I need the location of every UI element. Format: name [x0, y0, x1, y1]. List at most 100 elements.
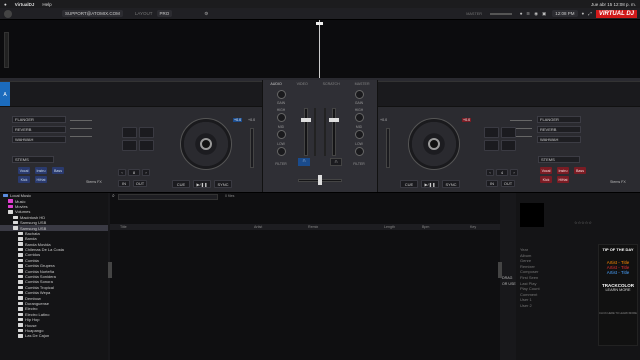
play-pause-button[interactable]: ▶/❚❚	[193, 180, 211, 188]
loop-next-icon[interactable]: ›	[142, 169, 150, 176]
fullscreen-icon[interactable]: ⤢	[588, 11, 592, 16]
settings-icon[interactable]: ⚙	[204, 11, 208, 17]
pad-instru[interactable]: Instru	[35, 167, 47, 174]
pad-instru[interactable]: Instru	[557, 167, 569, 174]
channel-fader-left-handle[interactable]	[301, 118, 311, 122]
right-fx-2[interactable]: REVERB	[537, 126, 581, 133]
sampler-pad[interactable]	[139, 140, 154, 151]
account-button[interactable]: SUPPORT@ATOMIX.COM	[62, 10, 123, 17]
low-knob-right[interactable]	[354, 147, 364, 156]
left-rhythm-strip[interactable]: A	[0, 81, 262, 107]
rating-stars[interactable]: ☆☆☆☆☆	[574, 220, 592, 225]
mid-knob-right[interactable]	[354, 130, 364, 139]
sampler-pad[interactable]	[139, 127, 154, 138]
right-sampler-select[interactable]: STEMS	[538, 156, 580, 163]
cue-button[interactable]: CUE	[172, 180, 190, 188]
headphones-left-icon[interactable]: ∩	[298, 158, 310, 166]
mid-knob-left[interactable]	[276, 130, 286, 139]
crossfader-handle[interactable]	[318, 175, 322, 185]
loop-out-button[interactable]: OUT	[501, 180, 515, 187]
channel-fader-right-handle[interactable]	[329, 118, 339, 122]
gain-knob-right[interactable]	[354, 90, 364, 99]
sampler-pad[interactable]	[501, 127, 516, 138]
left-sidebar-toggle[interactable]	[108, 262, 112, 278]
ad-footer[interactable]: CLICK HERE TO LEARN MORE	[599, 312, 637, 315]
right-pitch-slider[interactable]	[386, 128, 390, 168]
track-list[interactable]	[110, 193, 500, 360]
layout-icon[interactable]: ▣	[542, 11, 546, 17]
loop-prev-icon[interactable]: ‹	[486, 169, 494, 176]
pad-hihat[interactable]: HiHat	[35, 176, 47, 183]
folder-tree[interactable]: Local Music Music Movies Volumes Macintosh H…	[0, 193, 108, 360]
pad-bass[interactable]: Bass	[574, 167, 586, 174]
loop-in-button[interactable]: IN	[118, 180, 130, 187]
channel-fader-left[interactable]	[304, 108, 308, 156]
tab-video[interactable]: VIDEO	[297, 82, 308, 86]
left-stems-fx[interactable]: Stems FX	[86, 180, 102, 184]
left-fx-sliders[interactable]	[70, 117, 92, 145]
pad-vocal[interactable]: Vocal	[540, 167, 552, 174]
col-key[interactable]: Key	[470, 225, 476, 229]
col-artist[interactable]: Artist	[254, 225, 262, 229]
play-pause-button[interactable]: ▶/❚❚	[421, 180, 439, 188]
left-fx-3[interactable]: WAHWAH	[12, 136, 66, 143]
gain-knob-left[interactable]	[276, 90, 286, 99]
broadcast-icon[interactable]: ◉	[534, 11, 538, 17]
sampler-pad[interactable]	[484, 140, 499, 151]
left-fx-2[interactable]: REVERB	[12, 126, 66, 133]
right-jog-wheel[interactable]	[408, 118, 460, 170]
right-fx-3[interactable]: WAHWAH	[537, 136, 581, 143]
channel-fader-right[interactable]	[332, 108, 336, 156]
right-stems-fx[interactable]: Stems FX	[610, 180, 626, 184]
cue-button[interactable]: CUE	[400, 180, 418, 188]
search-field[interactable]	[118, 194, 218, 200]
ad-cta[interactable]: LEARN MORE	[599, 288, 637, 292]
loop-prev-icon[interactable]: ‹	[118, 169, 126, 176]
col-title[interactable]: Title	[120, 225, 127, 229]
pad-vocal[interactable]: Vocal	[18, 167, 30, 174]
record-button-icon[interactable]: ●	[582, 11, 585, 16]
tab-audio[interactable]: AUDIO	[270, 82, 281, 86]
left-jog-wheel[interactable]	[180, 118, 232, 170]
layout-select[interactable]: PRO	[156, 10, 173, 17]
pad-kick[interactable]: Kick	[18, 176, 30, 183]
help-menu[interactable]: Help	[42, 2, 51, 7]
col-length[interactable]: Length	[384, 225, 395, 229]
pad-bass[interactable]: Bass	[52, 167, 64, 174]
left-sampler-select[interactable]: STEMS	[12, 156, 54, 163]
sampler-pad[interactable]	[122, 140, 137, 151]
sampler-pad[interactable]	[484, 127, 499, 138]
sync-button[interactable]: SYNC	[442, 180, 460, 188]
high-knob-left[interactable]	[276, 113, 286, 122]
col-bpm[interactable]: Bpm	[422, 225, 429, 229]
loop-size[interactable]: 8	[128, 169, 140, 176]
sampler-pad[interactable]	[122, 127, 137, 138]
ad-banner[interactable]: TIP OF THE DAY Artist - Title Artist - T…	[598, 244, 638, 346]
apple-icon[interactable]: ●	[4, 2, 7, 7]
rec-icon[interactable]: ⏺	[520, 11, 522, 16]
loop-size[interactable]: 4	[496, 169, 508, 176]
waveform-area[interactable]	[0, 20, 640, 78]
loop-next-icon[interactable]: ›	[510, 169, 518, 176]
tab-scratch[interactable]: SCRATCH	[323, 82, 340, 86]
pad-kick[interactable]: Kick	[540, 176, 552, 183]
loop-out-button[interactable]: OUT	[133, 180, 147, 187]
col-remix[interactable]: Remix	[308, 225, 318, 229]
right-fx-1[interactable]: FLANGER	[537, 116, 581, 123]
master-volume-slider[interactable]	[490, 12, 513, 15]
low-knob-left[interactable]	[276, 147, 286, 156]
right-key-display[interactable]: +0.0	[462, 118, 472, 122]
headphones-right-icon[interactable]: ∩	[330, 158, 342, 166]
left-pitch-slider[interactable]	[250, 128, 254, 168]
right-rhythm-strip[interactable]	[378, 81, 640, 106]
folder-item[interactable]: Las De Cajon	[0, 333, 108, 338]
sync-button[interactable]: SYNC	[214, 180, 232, 188]
left-fx-1[interactable]: FLANGER	[12, 116, 66, 123]
sampler-pad[interactable]	[501, 140, 516, 151]
tab-master[interactable]: MASTER	[355, 82, 370, 86]
pad-hihat[interactable]: HiHat	[557, 176, 569, 183]
app-menu[interactable]: VirtualDJ	[15, 2, 35, 7]
loop-in-button[interactable]: IN	[486, 180, 498, 187]
high-knob-right[interactable]	[354, 113, 364, 122]
left-key-display[interactable]: +0.0	[233, 118, 243, 122]
